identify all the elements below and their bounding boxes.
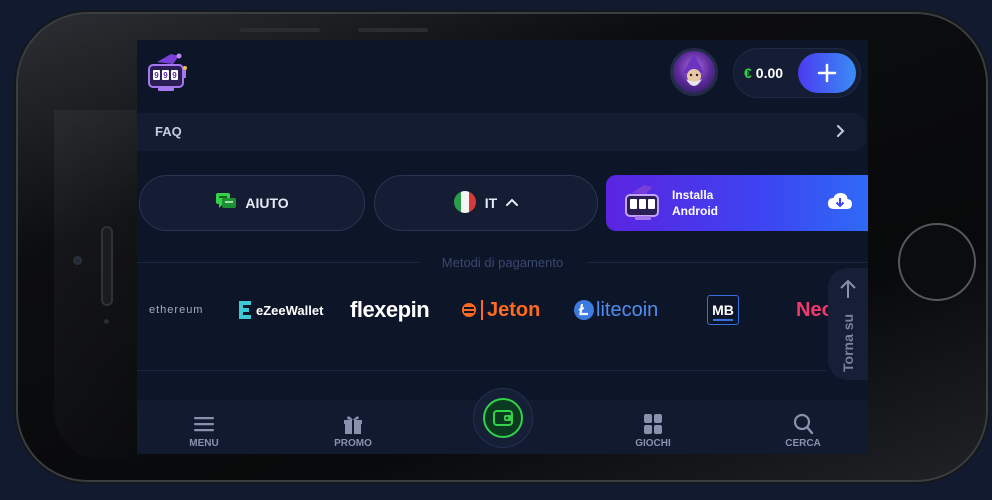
litecoin-logo: litecoin [573,290,658,330]
add-funds-button[interactable] [798,53,856,93]
svg-text:9: 9 [154,71,159,80]
wizard-avatar-icon[interactable] [670,48,718,96]
wallet-button[interactable] [473,388,533,448]
currency-symbol: € [744,65,752,81]
ezeewallet-icon [239,301,251,319]
svg-text:9: 9 [163,71,168,80]
cloud-download-icon [827,191,853,218]
phone-sensor [104,319,109,324]
nav-games-label: GIOCHI [635,438,671,449]
nav-menu-label: MENU [189,438,219,449]
jeton-logo-text: Jeton [487,298,541,321]
content-divider [137,370,827,371]
nav-promo-label: PROMO [334,438,372,449]
phone-speaker [101,226,113,306]
grid-icon [644,414,662,434]
app-screen: 9 9 9 €0.00 FAQ AIUTO IT Installa Androi… [137,40,868,454]
phone-volume-button [358,28,428,32]
nav-games[interactable]: GIOCHI [608,400,698,454]
arrow-up-icon [837,278,859,305]
chevron-right-icon [834,121,848,146]
litecoin-icon [574,300,594,320]
chevron-up-icon [505,195,519,211]
phone-volume-button [240,28,320,32]
language-selector[interactable]: IT [374,175,598,231]
install-label-line1: Installa [672,188,714,202]
ezeewallet-logo: eZeeWallet [237,290,323,330]
gift-icon [344,416,362,434]
back-to-top-label: Torna su [840,313,856,372]
nav-search[interactable]: CERCA [758,400,848,454]
balance-widget: €0.00 [733,48,861,98]
multibanco-logo-text: MB [712,302,734,318]
nav-promo[interactable]: PROMO [308,400,398,454]
install-label: Installa Android [672,187,718,219]
payment-methods-heading: Metodi di pagamento [137,252,868,272]
back-to-top-button[interactable]: Torna su [828,268,868,380]
help-label: AIUTO [245,195,289,211]
italy-flag-icon [453,190,477,217]
multibanco-logo: MB [707,290,739,330]
multibanco-underline [713,319,733,321]
payment-methods-title: Metodi di pagamento [441,255,564,270]
balance-amount: €0.00 [744,65,783,81]
wizard-slot-logo-icon [624,183,662,223]
app-header: 9 9 9 €0.00 [137,40,868,106]
menu-icon [194,417,214,432]
svg-text:9: 9 [172,71,177,80]
flexepin-logo-text: flexepin [350,297,430,322]
help-button[interactable]: AIUTO [139,175,365,231]
language-label: IT [484,195,498,211]
ethereum-logo-text: ethereum [149,304,204,316]
plus-icon [817,63,837,83]
wizard-slot-logo-icon[interactable]: 9 9 9 [145,52,191,94]
faq-row[interactable]: FAQ [137,113,866,151]
ethereum-logo: ethereum [149,290,203,330]
home-button[interactable] [898,223,976,301]
chat-help-icon [215,192,237,215]
payment-logos-row: ethereum eZeeWallet flexepin Jeton litec… [137,290,868,330]
balance-value: 0.00 [755,65,784,81]
faq-label: FAQ [155,124,182,139]
install-label-line2: Android [672,204,718,218]
install-android-button[interactable]: Installa Android [606,175,868,231]
bottom-navigation: MENU PROMO GIOCHI CERCA [137,388,868,454]
flexepin-logo: flexepin [350,290,430,330]
front-camera [73,256,82,265]
wallet-icon [483,398,523,438]
jeton-separator [481,300,483,320]
nav-menu[interactable]: MENU [159,400,249,454]
search-icon [793,413,814,435]
jeton-icon [462,303,476,317]
ezeewallet-logo-text: eZeeWallet [256,302,324,318]
multibanco-badge: MB [707,295,739,325]
litecoin-logo-text: litecoin [596,298,659,321]
nav-search-label: CERCA [785,438,821,449]
jeton-logo: Jeton [461,290,540,330]
